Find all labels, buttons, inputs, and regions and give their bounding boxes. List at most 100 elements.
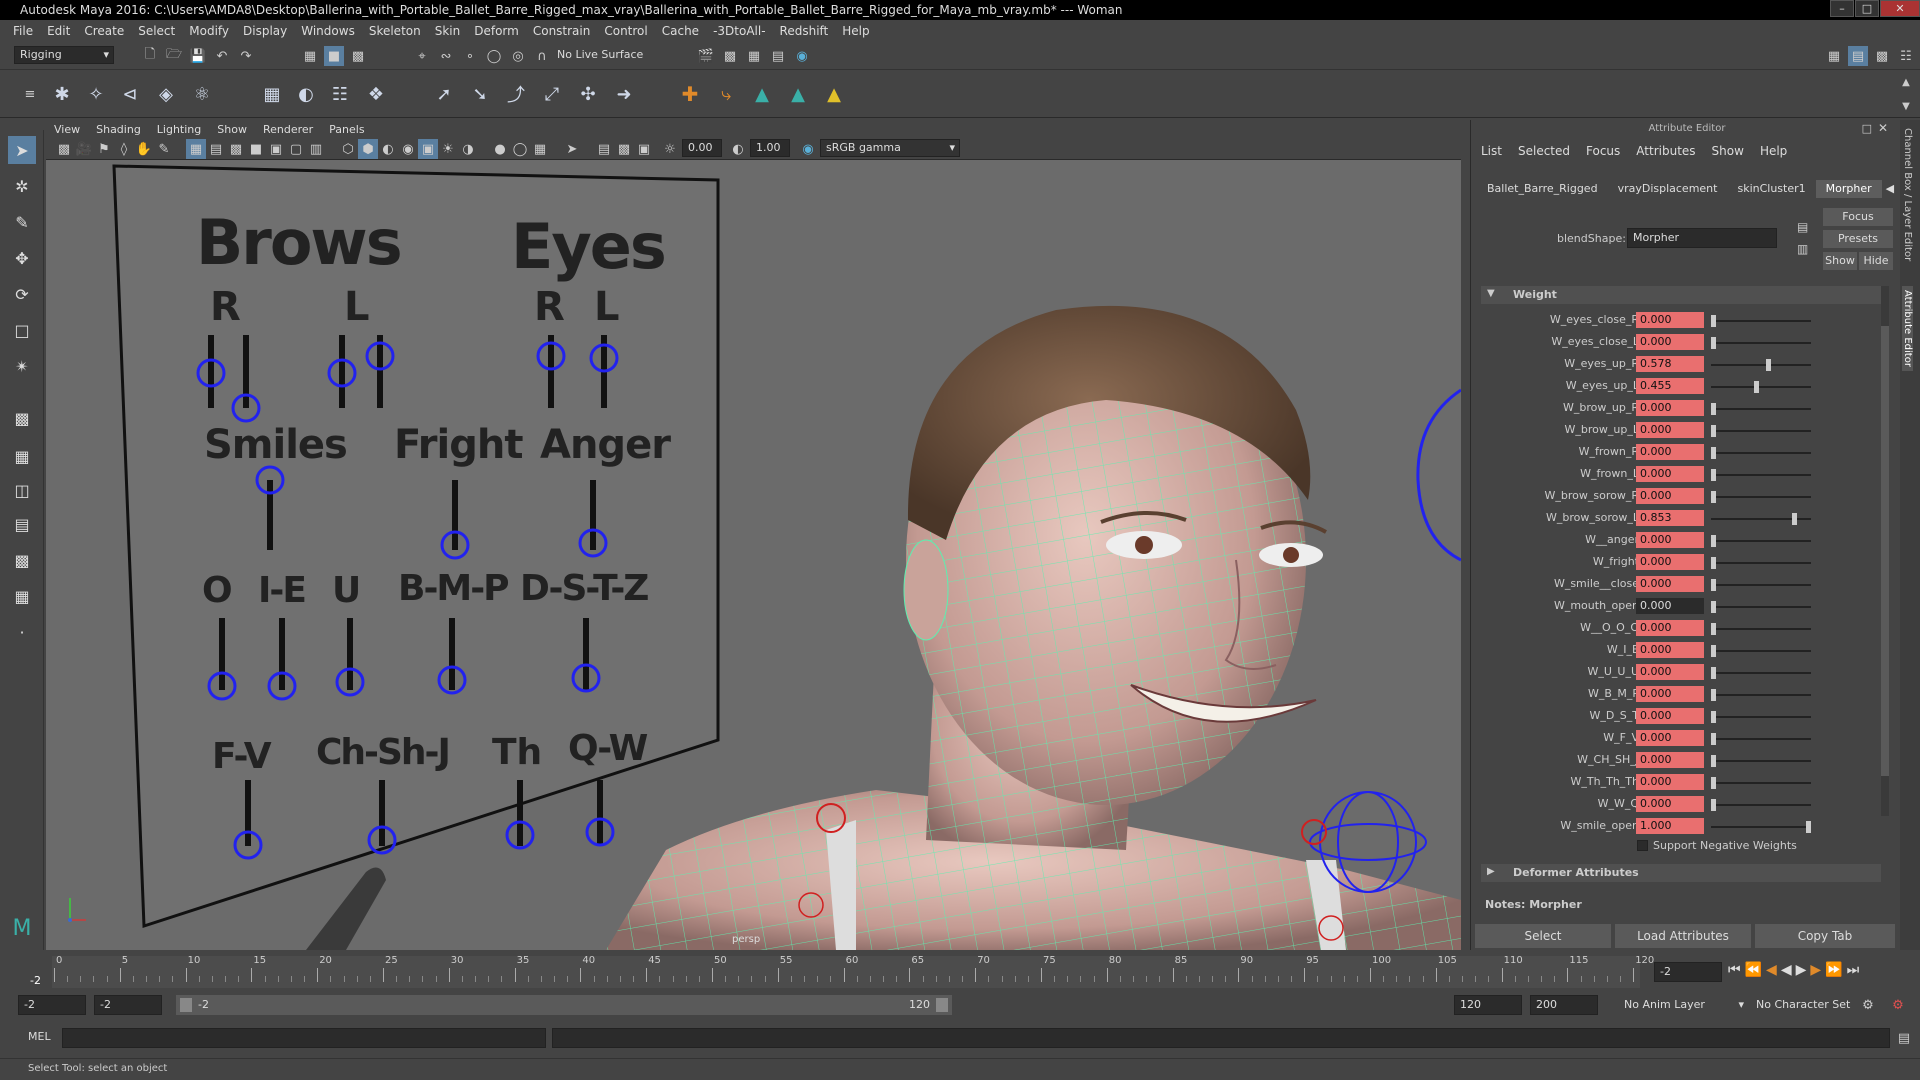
xray-components-icon[interactable]: ▣ bbox=[634, 139, 654, 159]
time-slider[interactable]: 0 5 10 15 20 25 30 35 40 45 50 55 60 65 70 75 80 85 90 95 10… bbox=[0, 952, 1920, 992]
close-panel-icon[interactable]: ✕ bbox=[1878, 121, 1888, 135]
show-button[interactable]: Show bbox=[1823, 252, 1857, 270]
weight-slider-handle[interactable] bbox=[1754, 381, 1760, 393]
weight-slider-handle[interactable] bbox=[1711, 447, 1716, 459]
weight-slider-handle[interactable] bbox=[1711, 601, 1716, 613]
menu-constrain[interactable]: Constrain bbox=[533, 24, 591, 38]
save-scene-icon[interactable]: 💾 bbox=[188, 46, 208, 66]
animation-prefs-icon[interactable]: ⚙ bbox=[1888, 995, 1908, 1015]
render-settings-icon[interactable]: ▤ bbox=[768, 46, 788, 66]
paint-weights-icon[interactable]: ◐ bbox=[296, 84, 316, 105]
weight-value-field[interactable]: 0.000 bbox=[1636, 686, 1704, 702]
playback-start-field[interactable]: -2 bbox=[94, 995, 162, 1015]
animation-start-field[interactable]: -2 bbox=[18, 995, 86, 1015]
select-hierarchy-icon[interactable]: ▦ bbox=[300, 46, 320, 66]
menu-set-dropdown[interactable]: Rigging ▾ bbox=[14, 46, 114, 64]
weight-value-field[interactable]: 0.000 bbox=[1636, 422, 1704, 438]
weight-slider[interactable] bbox=[1711, 447, 1811, 459]
smooth-shade-icon[interactable]: ⬢ bbox=[358, 139, 378, 159]
exposure-icon[interactable]: ☼ bbox=[660, 139, 680, 159]
move-tool-icon[interactable]: ✥ bbox=[8, 244, 36, 272]
wireframe-icon[interactable]: ⬡ bbox=[338, 139, 358, 159]
ae-scrollbar-thumb[interactable] bbox=[1881, 326, 1889, 776]
lasso-tool-icon[interactable]: ✲ bbox=[8, 172, 36, 200]
weight-slider[interactable] bbox=[1711, 557, 1811, 569]
weight-slider-handle[interactable] bbox=[1765, 359, 1771, 371]
use-default-material-icon[interactable]: ◐ bbox=[378, 139, 398, 159]
menu-display[interactable]: Display bbox=[243, 24, 287, 38]
weight-slider-handle[interactable] bbox=[1792, 513, 1798, 525]
weight-value-field[interactable]: 0.000 bbox=[1636, 334, 1704, 350]
weight-value-field[interactable]: 0.000 bbox=[1636, 730, 1704, 746]
menu-skin[interactable]: Skin bbox=[435, 24, 461, 38]
menu-modify[interactable]: Modify bbox=[189, 24, 229, 38]
isolate-select-icon[interactable]: ➤ bbox=[562, 139, 582, 159]
attribute-editor-toggle-icon[interactable]: ▩ bbox=[1872, 46, 1892, 66]
menu-select[interactable]: Select bbox=[138, 24, 175, 38]
weight-slider[interactable] bbox=[1711, 623, 1811, 635]
open-scene-icon[interactable]: 🗁 bbox=[164, 46, 184, 66]
ik-spline-icon[interactable]: ⊲ bbox=[120, 84, 140, 105]
close-button[interactable]: ✕ bbox=[1880, 0, 1920, 17]
support-negative-weights-checkbox[interactable] bbox=[1637, 840, 1648, 851]
weight-slider-handle[interactable] bbox=[1806, 821, 1811, 833]
go-to-start-icon[interactable]: ⏮ bbox=[1728, 962, 1741, 978]
field-chart-icon[interactable]: ▣ bbox=[266, 139, 286, 159]
weight-slider[interactable] bbox=[1711, 337, 1811, 349]
weight-slider[interactable] bbox=[1711, 689, 1811, 701]
safe-title-icon[interactable]: ▥ bbox=[306, 139, 326, 159]
ae-menu-list[interactable]: List bbox=[1481, 144, 1502, 158]
weight-slider[interactable] bbox=[1711, 535, 1811, 547]
menu-edit[interactable]: Edit bbox=[47, 24, 70, 38]
range-bar[interactable]: -2 120 bbox=[176, 995, 952, 1015]
hide-button[interactable]: Hide bbox=[1859, 252, 1893, 270]
redo-icon[interactable]: ↷ bbox=[236, 46, 256, 66]
menu-skeleton[interactable]: Skeleton bbox=[369, 24, 421, 38]
snap-view-icon[interactable]: ◯ bbox=[484, 46, 504, 66]
image-plane-icon[interactable]: ◊ bbox=[114, 139, 134, 159]
channel-box-toggle-icon[interactable]: ▤ bbox=[1848, 46, 1868, 66]
maximize-button[interactable]: □ bbox=[1855, 0, 1879, 17]
weight-slider[interactable] bbox=[1711, 821, 1811, 833]
bind-skin-icon[interactable]: ▦ bbox=[262, 84, 282, 105]
time-slider-track[interactable]: 0 5 10 15 20 25 30 35 40 45 50 55 60 65 70 75 80 85 90 95 10… bbox=[30, 955, 1654, 988]
rotate-tool-icon[interactable]: ⟳ bbox=[8, 280, 36, 308]
load-attributes-button[interactable]: Load Attributes bbox=[1615, 924, 1751, 948]
weight-slider-handle[interactable] bbox=[1711, 403, 1716, 415]
weight-slider[interactable] bbox=[1711, 755, 1811, 767]
viewport-menu-lighting[interactable]: Lighting bbox=[157, 123, 201, 136]
ae-menu-focus[interactable]: Focus bbox=[1586, 144, 1620, 158]
locator-icon[interactable]: ✚ bbox=[680, 82, 700, 106]
textured-icon[interactable]: ▣ bbox=[418, 139, 438, 159]
weight-slider[interactable] bbox=[1711, 799, 1811, 811]
playback-end-field[interactable]: 120 bbox=[1454, 995, 1522, 1015]
weight-slider-handle[interactable] bbox=[1711, 337, 1716, 349]
weight-slider-handle[interactable] bbox=[1711, 535, 1716, 547]
two-view-layout-icon[interactable]: ◫ bbox=[8, 476, 36, 504]
current-frame-field[interactable]: -2 bbox=[1654, 962, 1722, 982]
shelf-menu-icon[interactable]: ≡ bbox=[20, 84, 40, 104]
weight-slider-handle[interactable] bbox=[1711, 579, 1716, 591]
go-to-end-icon[interactable]: ⏭ bbox=[1847, 962, 1860, 978]
layout-icon[interactable]: ▦ bbox=[1824, 46, 1844, 66]
weight-value-field[interactable]: 1.000 bbox=[1636, 818, 1704, 834]
channel-box-side-tab[interactable]: Channel Box / Layer Editor bbox=[1902, 128, 1913, 261]
tab-skincluster[interactable]: skinCluster1 bbox=[1727, 180, 1815, 198]
weight-value-field[interactable]: 0.000 bbox=[1636, 576, 1704, 592]
weight-slider[interactable] bbox=[1711, 381, 1811, 393]
human-ik-icon[interactable]: ▲ bbox=[752, 84, 772, 105]
point-constraint-icon[interactable]: ➚ bbox=[434, 84, 454, 105]
weight-value-field[interactable]: 0.000 bbox=[1636, 444, 1704, 460]
weight-slider-handle[interactable] bbox=[1711, 755, 1716, 767]
snap-point-icon[interactable]: ∘ bbox=[460, 46, 480, 66]
menu-file[interactable]: File bbox=[13, 24, 33, 38]
weight-slider[interactable] bbox=[1711, 777, 1811, 789]
parent-constraint-icon[interactable]: ✣ bbox=[578, 84, 598, 105]
blendshape-name-field[interactable]: Morpher bbox=[1627, 228, 1777, 248]
scale-constraint-icon[interactable]: ⤢ bbox=[542, 84, 562, 105]
weight-slider[interactable] bbox=[1711, 403, 1811, 415]
snap-curve-icon[interactable]: ∾ bbox=[436, 46, 456, 66]
viewport-menu-view[interactable]: View bbox=[54, 123, 80, 136]
safe-action-icon[interactable]: ▢ bbox=[286, 139, 306, 159]
joint-tool-icon[interactable]: ✱ bbox=[52, 84, 72, 105]
